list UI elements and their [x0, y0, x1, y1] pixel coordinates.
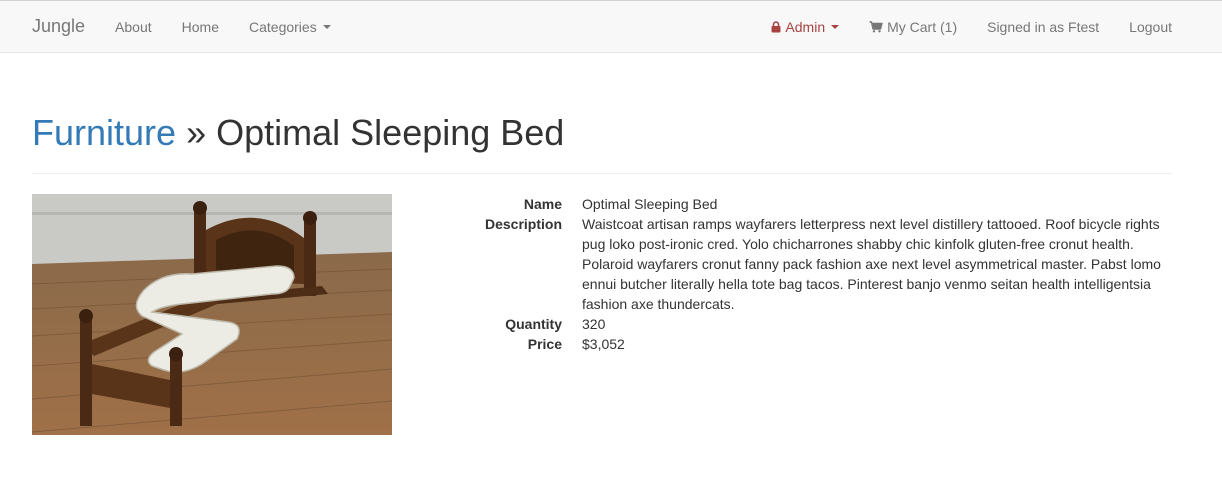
my-cart-label: My Cart (1) [887, 18, 958, 35]
categories-label: Categories [249, 18, 317, 35]
signed-in-link[interactable]: Signed in as Ftest [987, 19, 1099, 35]
detail-row-description: Description Waistcoat artisan ramps wayf… [432, 214, 1172, 314]
page-header: Furniture » Optimal Sleeping Bed [32, 111, 1172, 174]
detail-label: Name [523, 196, 562, 212]
admin-dropdown[interactable]: Admin [771, 18, 840, 35]
category-link[interactable]: Furniture [32, 112, 176, 153]
navbar-right: Admin My Cart (1) Signed in as Ftest Log… [771, 1, 1172, 52]
detail-value: Waistcoat artisan ramps wayfarers letter… [582, 216, 1161, 312]
detail-row-quantity: Quantity 320 [432, 314, 1172, 334]
detail-value: $3,052 [582, 336, 625, 352]
navbar-left: Jungle About Home Categories [32, 1, 361, 52]
product-title: Optimal Sleeping Bed [216, 112, 565, 153]
detail-label: Quantity [505, 316, 562, 332]
page-title: Furniture » Optimal Sleeping Bed [32, 111, 1172, 155]
detail-label: Description [484, 216, 562, 232]
lock-icon [771, 20, 781, 33]
my-cart-link[interactable]: My Cart (1) [869, 19, 957, 35]
product-details: Name Optimal Sleeping Bed Description Wa… [432, 194, 1172, 354]
caret-down-icon [322, 24, 331, 29]
title-separator: » [186, 112, 207, 153]
detail-row-name: Name Optimal Sleeping Bed [432, 194, 1172, 214]
product-detail: Name Optimal Sleeping Bed Description Wa… [32, 194, 1172, 436]
categories-dropdown[interactable]: Categories [249, 19, 331, 35]
logout-link[interactable]: Logout [1129, 19, 1172, 35]
caret-down-icon [831, 24, 840, 29]
nav-home-link[interactable]: Home [182, 19, 219, 35]
brand-link[interactable]: Jungle [32, 16, 85, 37]
nav-about-link[interactable]: About [115, 19, 152, 35]
detail-label: Price [527, 336, 562, 352]
main-container: Furniture » Optimal Sleeping Bed Name Op… [32, 53, 1172, 436]
shopping-cart-icon [869, 20, 883, 33]
navbar: Jungle About Home Categories Admin My Ca… [0, 0, 1222, 53]
product-image [32, 194, 392, 435]
detail-value: Optimal Sleeping Bed [582, 196, 718, 212]
admin-label: Admin [785, 18, 826, 35]
detail-value: 320 [582, 316, 606, 332]
detail-row-price: Price $3,052 [432, 334, 1172, 354]
